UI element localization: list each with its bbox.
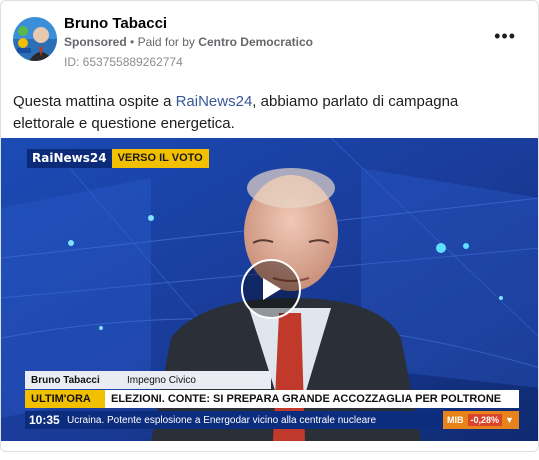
- channel-logo: RaiNews24 VERSO IL VOTO: [27, 149, 209, 168]
- separator-dot: •: [130, 35, 138, 49]
- ticker-text: Ucraina. Potente esplosione a Energodar …: [67, 414, 377, 426]
- author-name[interactable]: Bruno Tabacci: [64, 15, 167, 32]
- headline-text: ELEZIONI. CONTE: SI PREPARA GRANDE ACCOZ…: [111, 393, 502, 405]
- clock: 10:35: [29, 413, 60, 427]
- post-text-link[interactable]: RaiNews24: [176, 93, 253, 110]
- channel-logo-text: RaiNews24: [27, 149, 112, 168]
- market-label: MIB: [447, 415, 464, 425]
- ad-card: Bruno Tabacci Sponsored • Paid for by Ce…: [0, 0, 539, 452]
- video-player[interactable]: RaiNews24 VERSO IL VOTO Bruno Tabacci Im…: [1, 138, 538, 441]
- more-horizontal-icon[interactable]: •••: [494, 27, 516, 45]
- news-ticker: 10:35 Ucraina. Potente esplosione a Ener…: [25, 411, 519, 429]
- guest-party: Impegno Civico: [127, 374, 196, 386]
- post-text: Questa mattina ospite a RaiNews24, abbia…: [13, 91, 523, 135]
- breaking-headline: ULTIM'ORA ELEZIONI. CONTE: SI PREPARA GR…: [25, 390, 519, 408]
- ad-id: ID: 653755889262774: [64, 55, 183, 69]
- market-value: -0,28%: [467, 414, 503, 426]
- program-tag: VERSO IL VOTO: [111, 149, 209, 168]
- guest-name: Bruno Tabacci: [31, 374, 100, 386]
- play-triangle: [263, 278, 281, 300]
- sponsored-label: Sponsored: [64, 35, 127, 49]
- post-text-before: Questa mattina ospite a: [13, 93, 176, 110]
- breaking-tag: ULTIM'ORA: [25, 390, 105, 408]
- market-indicator: MIB -0,28% ▼: [443, 411, 519, 429]
- paid-for-label: Paid for by: [137, 35, 195, 49]
- guest-namebar: Bruno Tabacci Impegno Civico: [25, 371, 271, 389]
- sponsor-line: Sponsored • Paid for by Centro Democrati…: [64, 35, 313, 49]
- play-icon[interactable]: [241, 259, 301, 319]
- avatar-image: [13, 17, 57, 61]
- avatar[interactable]: [13, 17, 57, 61]
- market-down-icon: ▼: [505, 415, 514, 425]
- payer-name[interactable]: Centro Democratico: [198, 35, 313, 49]
